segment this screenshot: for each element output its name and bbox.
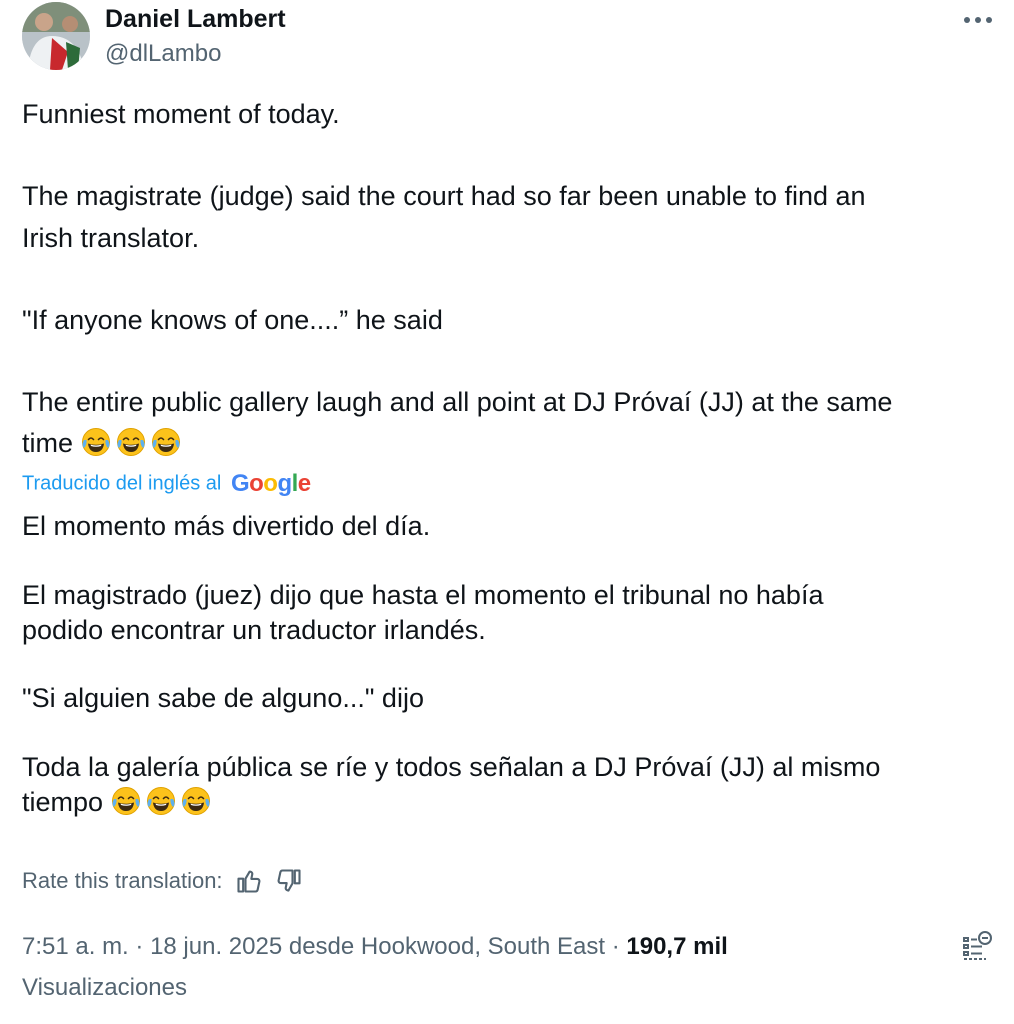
translation-settings-icon[interactable] [960,930,994,964]
rate-translation-label: Rate this translation: [22,868,223,893]
translated-line-3: "Si alguien sabe de alguno..." dijo [22,683,424,713]
meta-separator: · [128,933,151,960]
tweet-location: desde Hookwood, South East [282,933,606,960]
tears-of-joy-emoji [81,427,111,457]
thumbs-down-icon[interactable] [275,867,303,895]
translated-line-2a: El magistrado (juez) dijo que hasta el m… [22,580,824,610]
views-label: Visualizaciones [22,974,187,1001]
translated-line-4b: tiempo [22,787,104,817]
tweet: Daniel Lambert @dlLambo Funniest moment … [0,0,1014,1024]
tears-of-joy-emoji [181,786,211,816]
translated-by-label: Traducido del inglés al [22,472,222,495]
thumbs-up-icon[interactable] [235,867,263,895]
tears-of-joy-emoji [146,786,176,816]
tweet-header: Daniel Lambert @dlLambo [22,2,996,74]
translated-line-2b: podido encontrar un traductor irlandés. [22,615,486,645]
original-line-4b-wrap: time [22,427,982,465]
tweet-meta: 7:51 a. m. · 18 jun. 2025 desde Hookwood… [22,933,728,961]
tweet-date[interactable]: 18 jun. 2025 [150,933,282,960]
translated-by-google-link[interactable]: Traducido del inglés al Google [22,470,311,498]
more-options-icon[interactable] [960,8,996,32]
original-line-1: Funniest moment of today. [22,99,340,129]
avatar[interactable] [22,2,90,70]
original-line-3: "If anyone knows of one....” he said [22,305,443,335]
emoji-group-original [81,427,186,465]
translated-line-4b-wrap: tiempo [22,786,982,824]
original-line-2a: The magistrate (judge) said the court ha… [22,181,866,211]
original-line-4b: time [22,428,74,458]
rate-translation: Rate this translation: [22,866,303,896]
emoji-group-translated [111,786,216,824]
google-logo: Google [230,470,311,497]
original-line-2b: Irish translator. [22,223,200,253]
tears-of-joy-emoji [111,786,141,816]
tweet-time[interactable]: 7:51 a. m. [22,933,129,960]
original-line-4a: The entire public gallery laugh and all … [22,387,893,417]
meta-separator: · [605,933,627,960]
views-count: 190,7 mil [626,933,728,960]
author-handle[interactable]: @dlLambo [105,40,221,68]
tears-of-joy-emoji [151,427,181,457]
tears-of-joy-emoji [116,427,146,457]
translated-line-4a: Toda la galería pública se ríe y todos s… [22,752,881,782]
translated-line-1: El momento más divertido del día. [22,511,431,541]
author-name[interactable]: Daniel Lambert [105,5,286,34]
